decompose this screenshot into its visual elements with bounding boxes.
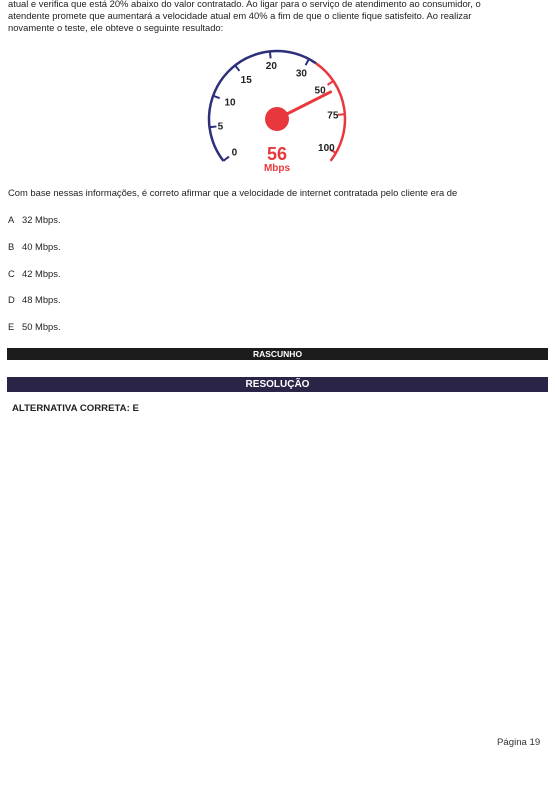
gauge-tick	[268, 51, 272, 59]
gauge-hub	[265, 107, 289, 131]
question-text: Com base nessas informações, é correto a…	[8, 187, 458, 198]
gauge-tick	[327, 80, 334, 86]
gauge-tick	[209, 125, 217, 129]
option-letter: C	[8, 267, 15, 279]
rascunho-header: RASCUNHO	[7, 348, 548, 360]
intro-line-1: atual e verifica que está 20% abaixo do …	[8, 0, 481, 9]
gauge-tick	[212, 94, 221, 100]
gauge-scale-label: 30	[296, 69, 308, 80]
gauge-value: 56	[267, 144, 287, 164]
intro-line-3: novamente o teste, ele obteve o seguinte…	[8, 22, 224, 33]
option-e[interactable]: E 50 Mbps.	[8, 321, 61, 348]
option-text: 32 Mbps.	[22, 214, 61, 225]
option-letter: B	[8, 240, 15, 252]
gauge-tick	[234, 64, 241, 72]
gauge-scale-label: 20	[266, 61, 278, 72]
intro-line-2: atendente promete que aumentará a veloci…	[8, 10, 472, 21]
page-number: Página 19	[497, 737, 541, 748]
gauge-tick	[304, 58, 310, 66]
speedometer-gauge: 05101520305075100 56 Mbps	[207, 49, 347, 174]
answer-options: A 32 Mbps. B 40 Mbps. C 42 Mbps. D 48 Mbps. …	[8, 214, 61, 348]
option-text: 48 Mbps.	[22, 294, 61, 306]
gauge-scale-label: 10	[224, 97, 236, 108]
option-a[interactable]: A 32 Mbps.	[8, 214, 61, 241]
option-letter: A	[8, 214, 15, 225]
correct-answer: ALTERNATIVA CORRETA: E	[12, 403, 139, 414]
gauge-scale-label: 75	[327, 111, 339, 122]
gauge-scale-label: 0	[232, 148, 238, 159]
gauge-unit: Mbps	[264, 163, 291, 174]
gauge-tick	[222, 155, 230, 162]
gauge-scale-label: 15	[241, 75, 253, 86]
option-letter: D	[8, 294, 15, 306]
option-text: 42 Mbps.	[22, 267, 61, 279]
option-d[interactable]: D 48 Mbps.	[8, 294, 61, 321]
resolucao-header: RESOLUÇÃO	[7, 377, 548, 392]
intro-paragraph: atual e verifica que está 20% abaixo do …	[8, 0, 548, 34]
gauge-scale-label: 5	[218, 121, 224, 132]
option-text: 50 Mbps.	[22, 321, 61, 333]
option-text: 40 Mbps.	[22, 240, 61, 252]
option-b[interactable]: B 40 Mbps.	[8, 241, 61, 268]
option-letter: E	[8, 321, 15, 333]
gauge-scale-label: 100	[318, 143, 335, 154]
option-c[interactable]: C 42 Mbps.	[8, 268, 61, 295]
